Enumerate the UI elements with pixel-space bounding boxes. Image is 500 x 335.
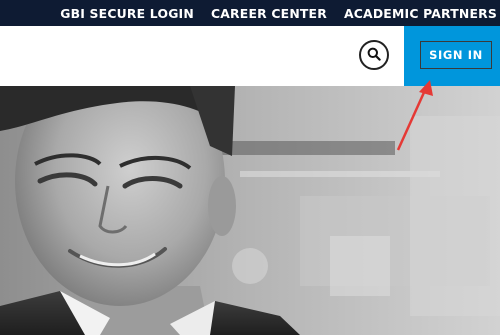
sign-in-button[interactable]: SIGN IN [420,41,492,69]
hero-photo-man-smiling [0,86,500,335]
hero-image [0,86,500,335]
site-header: SIGN IN [0,26,500,86]
search-icon [367,46,381,65]
nav-link-career-center[interactable]: CAREER CENTER [211,6,327,21]
nav-link-academic-partners[interactable]: ACADEMIC PARTNERS [344,6,497,21]
search-button[interactable] [359,40,389,70]
nav-link-gbi-secure-login[interactable]: GBI SECURE LOGIN [60,6,194,21]
top-navigation-bar: GBI SECURE LOGIN CAREER CENTER ACADEMIC … [0,0,500,26]
sign-in-panel: SIGN IN [404,26,500,86]
